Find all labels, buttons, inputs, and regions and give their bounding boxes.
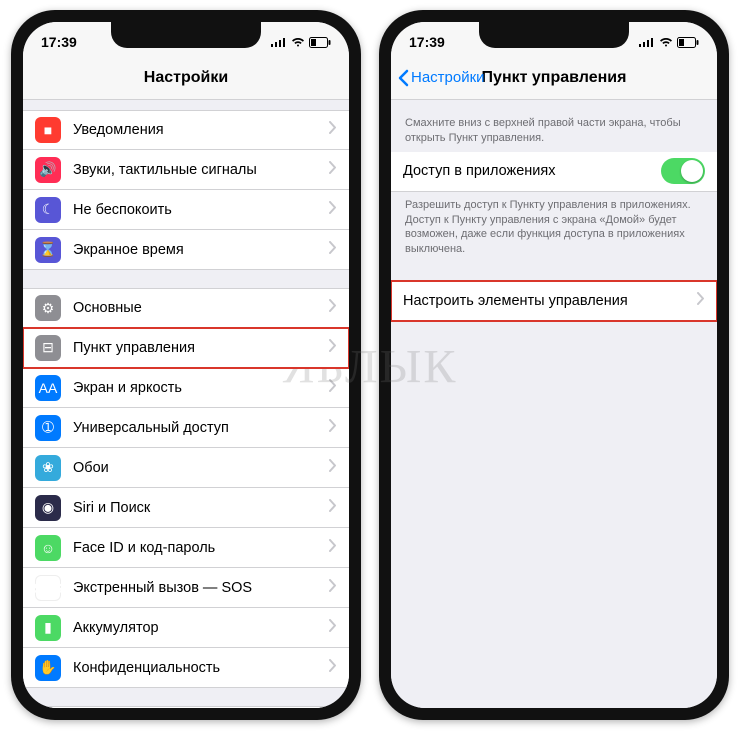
faceid-icon: ☺ (35, 535, 61, 561)
row-label: Универсальный доступ (73, 420, 329, 436)
settings-row-display[interactable]: AA Экран и яркость (23, 368, 349, 408)
chevron-left-icon (397, 69, 409, 87)
row-label: Экран и яркость (73, 380, 329, 396)
access-in-apps-label: Доступ в приложениях (403, 163, 661, 179)
sos-icon: SOS (35, 575, 61, 601)
siri-icon: ◉ (35, 495, 61, 521)
screen-left: 17:39 Настройки ■ Уведомления 🔊 Звуки, такт… (23, 22, 349, 708)
settings-row-itunes[interactable]: ⒶiTunes Store и App Store (23, 706, 349, 708)
settings-row-controlcenter[interactable]: ⊟ Пункт управления (23, 328, 349, 368)
general-icon: ⚙ (35, 295, 61, 321)
chevron-right-icon (697, 292, 705, 310)
row-label: Аккумулятор (73, 620, 329, 636)
wifi-icon (291, 37, 305, 47)
battery-icon (677, 37, 699, 48)
row-label: Экстренный вызов — SOS (73, 580, 329, 596)
page-title: Пункт управления (482, 69, 627, 87)
status-icons (639, 37, 699, 48)
access-in-apps-switch[interactable] (661, 158, 705, 184)
chevron-right-icon (329, 241, 337, 259)
customize-controls-row[interactable]: Настроить элементы управления (391, 281, 717, 321)
chevron-right-icon (329, 201, 337, 219)
status-icons (271, 37, 331, 48)
row-label: Уведомления (73, 122, 329, 138)
chevron-right-icon (329, 619, 337, 637)
settings-row-sounds[interactable]: 🔊 Звуки, тактильные сигналы (23, 150, 349, 190)
chevron-right-icon (329, 379, 337, 397)
chevron-right-icon (329, 299, 337, 317)
row-label: Экранное время (73, 242, 329, 258)
battery-icon (309, 37, 331, 48)
chevron-right-icon (329, 659, 337, 677)
chevron-right-icon (329, 161, 337, 179)
chevron-right-icon (329, 459, 337, 477)
signal-icon (271, 37, 287, 47)
privacy-icon: ✋ (35, 655, 61, 681)
row-label: Не беспокоить (73, 202, 329, 218)
chevron-right-icon (329, 419, 337, 437)
row-label: Звуки, тактильные сигналы (73, 162, 329, 178)
settings-row-sos[interactable]: SOS Экстренный вызов — SOS (23, 568, 349, 608)
settings-row-dnd[interactable]: ☾ Не беспокоить (23, 190, 349, 230)
settings-row-battery[interactable]: ▮ Аккумулятор (23, 608, 349, 648)
status-time: 17:39 (41, 34, 77, 50)
screentime-icon: ⌛ (35, 237, 61, 263)
row-label: Пункт управления (73, 340, 329, 356)
dnd-icon: ☾ (35, 197, 61, 223)
access-in-apps-row[interactable]: Доступ в приложениях (391, 152, 717, 192)
phone-right: 17:39 Настройки Пункт управления Смахнит… (379, 10, 729, 720)
signal-icon (639, 37, 655, 47)
back-button[interactable]: Настройки (397, 69, 485, 87)
wifi-icon (659, 37, 673, 47)
row-label: Основные (73, 300, 329, 316)
settings-row-wallpaper[interactable]: ❀ Обои (23, 448, 349, 488)
settings-list[interactable]: ■ Уведомления 🔊 Звуки, тактильные сигналы ☾ Н… (23, 100, 349, 708)
row-label: Конфиденциальность (73, 660, 329, 676)
controlcenter-content[interactable]: Смахните вниз с верхней правой части экр… (391, 100, 717, 708)
chevron-right-icon (329, 339, 337, 357)
wallpaper-icon: ❀ (35, 455, 61, 481)
row-label: Обои (73, 460, 329, 476)
controlcenter-icon: ⊟ (35, 335, 61, 361)
chevron-right-icon (329, 579, 337, 597)
page-title: Настройки (144, 69, 228, 87)
settings-row-accessibility[interactable]: ➀ Универсальный доступ (23, 408, 349, 448)
battery-icon: ▮ (35, 615, 61, 641)
settings-row-siri[interactable]: ◉ Siri и Поиск (23, 488, 349, 528)
navbar-right: Настройки Пункт управления (391, 56, 717, 100)
hint-top: Смахните вниз с верхней правой части экр… (391, 110, 717, 152)
settings-row-general[interactable]: ⚙ Основные (23, 288, 349, 328)
sounds-icon: 🔊 (35, 157, 61, 183)
screen-right: 17:39 Настройки Пункт управления Смахнит… (391, 22, 717, 708)
settings-row-faceid[interactable]: ☺ Face ID и код-пароль (23, 528, 349, 568)
status-time: 17:39 (409, 34, 445, 50)
accessibility-icon: ➀ (35, 415, 61, 441)
navbar-left: Настройки (23, 56, 349, 100)
chevron-right-icon (329, 539, 337, 557)
row-label: Face ID и код-пароль (73, 540, 329, 556)
customize-controls-label: Настроить элементы управления (403, 293, 697, 309)
row-label: Siri и Поиск (73, 500, 329, 516)
settings-row-privacy[interactable]: ✋ Конфиденциальность (23, 648, 349, 688)
settings-row-notifications[interactable]: ■ Уведомления (23, 110, 349, 150)
hint-bottom: Разрешить доступ к Пункту управления в п… (391, 192, 717, 263)
settings-row-screentime[interactable]: ⌛ Экранное время (23, 230, 349, 270)
phone-left: 17:39 Настройки ■ Уведомления 🔊 Звуки, такт… (11, 10, 361, 720)
chevron-right-icon (329, 499, 337, 517)
display-icon: AA (35, 375, 61, 401)
chevron-right-icon (329, 121, 337, 139)
back-label: Настройки (411, 69, 485, 86)
notch (111, 22, 261, 48)
notch (479, 22, 629, 48)
notifications-icon: ■ (35, 117, 61, 143)
